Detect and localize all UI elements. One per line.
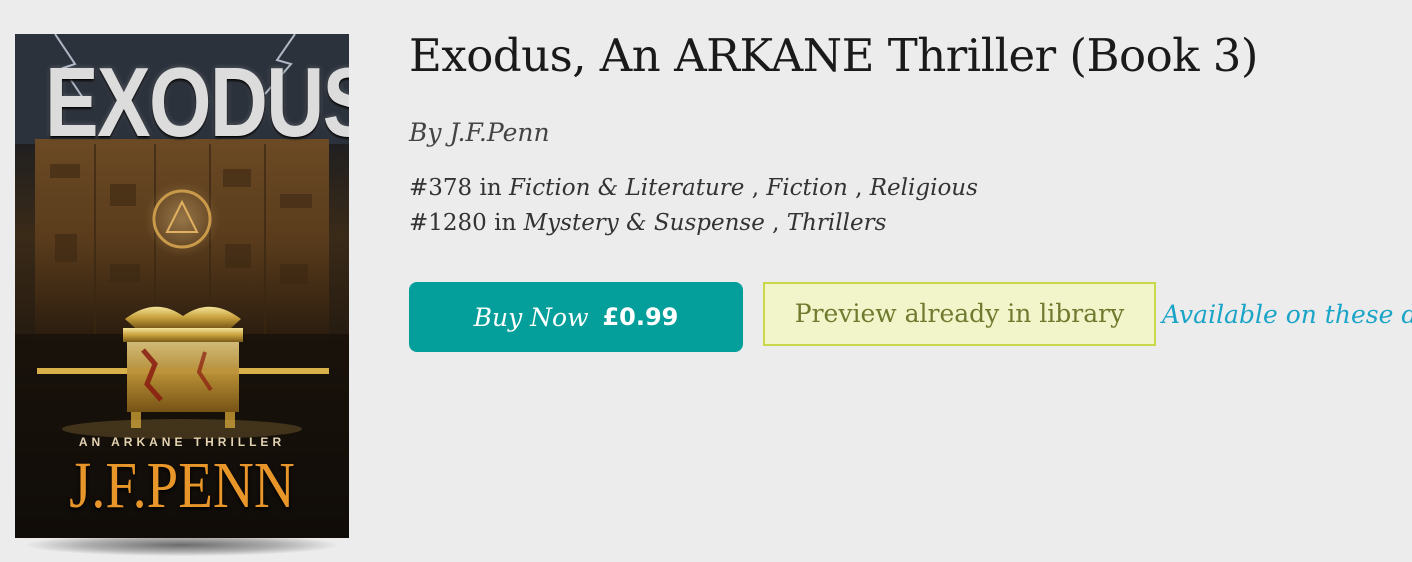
category-separator: ,	[855, 175, 863, 201]
buy-now-label: Buy Now	[473, 302, 589, 332]
available-devices-link[interactable]: Available on these d	[1162, 296, 1412, 334]
rank-number: #1280	[409, 210, 487, 236]
preview-status-badge: Preview already in library	[763, 282, 1156, 346]
category-separator: ,	[772, 210, 780, 236]
category-link-thrillers[interactable]: Thrillers	[787, 210, 887, 236]
book-cover[interactable]: EXODUS AN ARKANE THRILLER J.F.PENN	[15, 34, 349, 556]
category-link-fiction-literature[interactable]: Fiction & Literature	[509, 175, 744, 201]
category-link-fiction[interactable]: Fiction	[766, 175, 847, 201]
category-link-mystery-suspense[interactable]: Mystery & Suspense	[524, 210, 765, 236]
category-separator: ,	[751, 175, 759, 201]
ranking-row: #1280 in Mystery & Suspense , Thrillers	[409, 206, 886, 240]
cover-image: EXODUS AN ARKANE THRILLER J.F.PENN	[15, 34, 349, 538]
cover-title: EXODUS	[45, 47, 349, 157]
author-byline[interactable]: By J.F.Penn	[409, 113, 550, 153]
rank-in: in	[494, 210, 517, 236]
cover-author: J.F.PENN	[69, 449, 295, 522]
category-link-religious[interactable]: Religious	[870, 175, 978, 201]
book-title: Exodus, An ARKANE Thriller (Book 3)	[409, 29, 1259, 82]
ranking-row: #378 in Fiction & Literature , Fiction ,…	[409, 171, 978, 205]
rank-in: in	[479, 175, 502, 201]
buy-price: £0.99	[602, 303, 679, 331]
rank-number: #378	[409, 175, 473, 201]
book-detail-page: EXODUS AN ARKANE THRILLER J.F.PENN Exodu…	[0, 0, 1412, 562]
buy-now-button[interactable]: Buy Now £0.99	[409, 282, 743, 352]
